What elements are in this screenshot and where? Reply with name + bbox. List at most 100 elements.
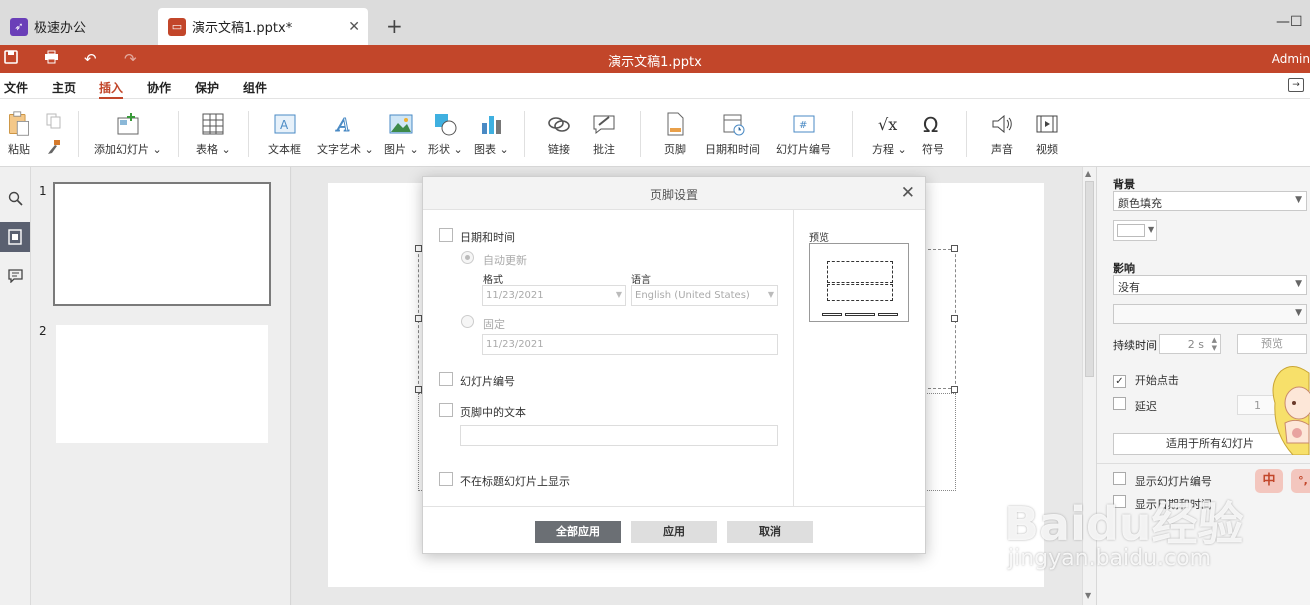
slide-thumbnail-2[interactable]: [56, 325, 268, 443]
close-icon[interactable]: ✕: [901, 183, 915, 203]
undo-icon[interactable]: ↶: [84, 50, 97, 68]
slides-panel-icon[interactable]: [0, 222, 30, 252]
slide-thumbnail-1[interactable]: [53, 182, 271, 306]
image-button[interactable]: 图片 ⌄: [384, 111, 419, 157]
video-button[interactable]: 视频: [1034, 111, 1060, 157]
slide-number-checkbox[interactable]: [439, 372, 453, 386]
add-slide-button[interactable]: 添加幻灯片 ⌄: [94, 111, 162, 157]
slide-number: 2: [39, 324, 47, 338]
table-icon: [202, 113, 224, 135]
apply-all-button[interactable]: 全部应用: [535, 521, 621, 543]
equation-button[interactable]: √x 方程 ⌄: [872, 111, 907, 157]
footer-text-input[interactable]: [460, 425, 778, 446]
maximize-icon[interactable]: ☐: [1290, 14, 1303, 30]
chevron-down-icon: ▼: [1295, 195, 1302, 205]
scroll-up-icon[interactable]: ▲: [1085, 169, 1091, 178]
scroll-down-icon[interactable]: ▼: [1085, 591, 1091, 600]
resize-handle[interactable]: [951, 315, 958, 322]
chevron-down-icon: ▼: [1295, 279, 1302, 289]
resize-handle[interactable]: [951, 386, 958, 393]
new-tab-button[interactable]: +: [386, 14, 403, 38]
table-button[interactable]: 表格 ⌄: [196, 111, 231, 157]
link-button[interactable]: 链接: [546, 111, 572, 157]
slide-number: 1: [39, 184, 47, 198]
footer-button[interactable]: 页脚: [662, 111, 688, 157]
watermark-url: jingyan.baidu.com: [1008, 546, 1212, 571]
footer-icon: [667, 112, 684, 136]
comments-panel-icon[interactable]: [0, 261, 30, 291]
scroll-thumb[interactable]: [1085, 181, 1094, 377]
menu-home[interactable]: 主页: [52, 79, 76, 96]
title-bar: 演示文稿1.pptx ↶ ↷ Admin: [0, 45, 1310, 73]
resize-handle[interactable]: [415, 245, 422, 252]
wordart-button[interactable]: A 文字艺术 ⌄: [317, 111, 374, 157]
preview-button[interactable]: 预览: [1237, 334, 1307, 354]
menu-components[interactable]: 组件: [243, 79, 267, 96]
hide-on-title-checkbox[interactable]: [439, 472, 453, 486]
hide-on-title-label: 不在标题幻灯片上显示: [460, 475, 570, 488]
spinner-arrows-icon[interactable]: ▲ ▼: [1212, 336, 1217, 352]
datetime-label: 日期和时间: [460, 231, 515, 244]
background-select[interactable]: 颜色填充 ▼: [1113, 191, 1307, 211]
auto-update-radio[interactable]: [461, 251, 474, 264]
fixed-radio[interactable]: [461, 315, 474, 328]
chart-button[interactable]: 图表 ⌄: [474, 111, 509, 157]
effect-type-select[interactable]: ▼: [1113, 304, 1307, 324]
menu-protect[interactable]: 保护: [195, 79, 219, 96]
redo-icon[interactable]: ↷: [124, 50, 137, 68]
fixed-label: 固定: [483, 318, 505, 331]
rocket-icon: ➶: [10, 17, 28, 36]
search-icon[interactable]: [0, 183, 30, 213]
apply-button[interactable]: 应用: [631, 521, 717, 543]
footer-settings-dialog: 页脚设置 ✕ 日期和时间 自动更新 格式 语言 11/23/2021 ▼ Engl…: [422, 176, 926, 554]
format-select[interactable]: 11/23/2021 ▼: [482, 285, 626, 306]
tab-jisu-office[interactable]: ➶ 极速办公: [0, 8, 150, 45]
menu-file[interactable]: 文件: [4, 79, 28, 96]
minimize-icon[interactable]: —: [1276, 14, 1290, 30]
watermark-brand: Baidu经验: [1004, 497, 1244, 551]
shape-button[interactable]: 形状 ⌄: [428, 111, 463, 157]
delay-checkbox[interactable]: 延迟: [1113, 397, 1157, 414]
print-icon[interactable]: [44, 50, 59, 68]
menu-bar: 文件 主页 插入 协作 保护 组件 →: [0, 73, 1310, 99]
film-icon: [1036, 115, 1058, 133]
comment-button[interactable]: 批注: [591, 111, 617, 157]
menu-collaborate[interactable]: 协作: [147, 79, 171, 96]
show-slide-number-checkbox[interactable]: 显示幻灯片编号: [1113, 472, 1212, 489]
fixed-date-input[interactable]: 11/23/2021: [482, 334, 778, 355]
color-picker[interactable]: ▼: [1113, 220, 1157, 241]
add-slide-icon: [117, 113, 139, 135]
effect-select[interactable]: 没有 ▼: [1113, 275, 1307, 295]
resize-handle[interactable]: [951, 245, 958, 252]
presentation-icon: ▭: [168, 17, 186, 36]
menu-insert[interactable]: 插入: [99, 79, 124, 99]
symbol-button[interactable]: Ω 符号: [920, 111, 946, 157]
footer-text-label: 页脚中的文本: [460, 406, 526, 419]
textbox-button[interactable]: A 文本框: [268, 111, 301, 157]
language-select[interactable]: English (United States) ▼: [631, 285, 778, 306]
format-painter-icon[interactable]: [46, 139, 62, 158]
svg-text:Ω: Ω: [923, 113, 938, 137]
open-location-icon[interactable]: →: [1288, 78, 1304, 92]
audio-button[interactable]: 声音: [989, 111, 1015, 157]
duration-spinner[interactable]: 2 s ▲ ▼: [1159, 334, 1221, 354]
textbox-icon: A: [274, 114, 295, 134]
close-tab-icon[interactable]: ✕: [348, 19, 360, 35]
datetime-button[interactable]: 日期和时间: [705, 111, 760, 157]
copy-icon[interactable]: [46, 113, 62, 132]
slide-number-button[interactable]: # 幻灯片编号: [776, 111, 831, 157]
start-on-click-checkbox[interactable]: ✓ 开始点击: [1113, 372, 1179, 388]
footer-text-checkbox[interactable]: [439, 403, 453, 417]
save-icon[interactable]: [4, 50, 18, 68]
cancel-button[interactable]: 取消: [727, 521, 813, 543]
resize-handle[interactable]: [415, 315, 422, 322]
equation-icon: √x: [878, 115, 897, 134]
svg-text:#: #: [799, 120, 807, 131]
tab-presentation[interactable]: ▭ 演示文稿1.pptx* ✕: [158, 8, 368, 45]
mascot-image: [1263, 363, 1310, 456]
chevron-down-icon: ▼: [1295, 308, 1302, 318]
user-name[interactable]: Admin: [1272, 52, 1310, 66]
paste-button[interactable]: 粘贴: [6, 111, 32, 157]
datetime-checkbox[interactable]: [439, 228, 453, 242]
resize-handle[interactable]: [415, 386, 422, 393]
